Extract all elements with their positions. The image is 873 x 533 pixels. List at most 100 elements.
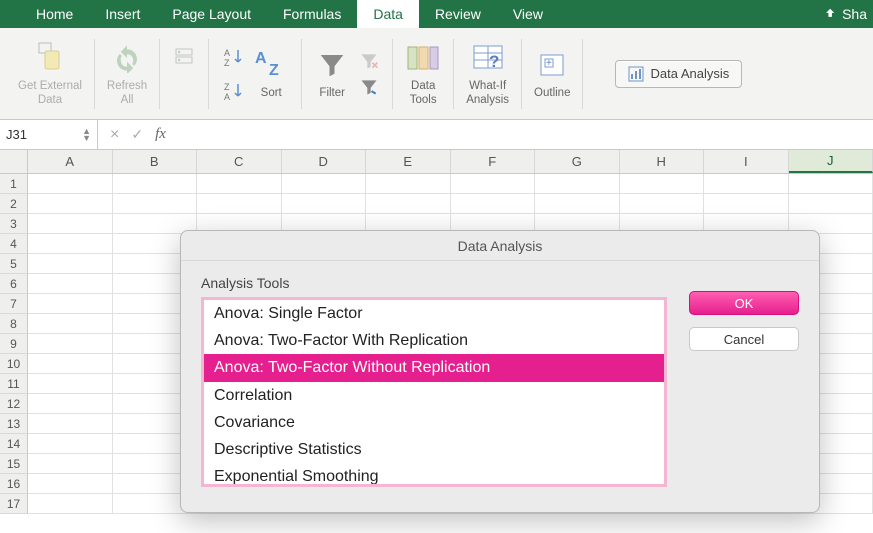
- share-button[interactable]: Sha: [822, 0, 867, 28]
- cell[interactable]: [789, 194, 873, 214]
- cell[interactable]: [28, 234, 113, 254]
- column-header-F[interactable]: F: [451, 150, 536, 173]
- cell[interactable]: [282, 174, 367, 194]
- analysis-tool-item[interactable]: Anova: Single Factor: [204, 300, 664, 327]
- cell[interactable]: [28, 294, 113, 314]
- column-header-H[interactable]: H: [620, 150, 705, 173]
- cell[interactable]: [28, 354, 113, 374]
- row-header-15[interactable]: 15: [0, 454, 28, 474]
- cell[interactable]: [28, 314, 113, 334]
- column-header-G[interactable]: G: [535, 150, 620, 173]
- analysis-tool-item[interactable]: Anova: Two-Factor With Replication: [204, 327, 664, 354]
- row-header-17[interactable]: 17: [0, 494, 28, 514]
- cell[interactable]: [28, 474, 113, 494]
- column-header-D[interactable]: D: [282, 150, 367, 173]
- analysis-tool-item[interactable]: Exponential Smoothing: [204, 463, 664, 487]
- row-header-16[interactable]: 16: [0, 474, 28, 494]
- sort-desc-button[interactable]: ZA: [221, 76, 247, 106]
- cell[interactable]: [28, 414, 113, 434]
- outline-button[interactable]: + Outline: [524, 32, 580, 116]
- cancel-formula-icon[interactable]: ×: [110, 126, 119, 144]
- analysis-tools-listbox[interactable]: Anova: Single FactorAnova: Two-Factor Wi…: [201, 297, 667, 487]
- analysis-tool-item[interactable]: Covariance: [204, 409, 664, 436]
- cell[interactable]: [451, 174, 536, 194]
- row-header-4[interactable]: 4: [0, 234, 28, 254]
- name-box[interactable]: J31 ▲▼: [0, 120, 98, 149]
- cell[interactable]: [28, 254, 113, 274]
- cell[interactable]: [28, 194, 113, 214]
- row-header-10[interactable]: 10: [0, 354, 28, 374]
- row-header-1[interactable]: 1: [0, 174, 28, 194]
- cell[interactable]: [28, 394, 113, 414]
- cell[interactable]: [113, 194, 198, 214]
- row-header-11[interactable]: 11: [0, 374, 28, 394]
- row-header-9[interactable]: 9: [0, 334, 28, 354]
- column-header-E[interactable]: E: [366, 150, 451, 173]
- cell[interactable]: [28, 374, 113, 394]
- analysis-tool-item[interactable]: Descriptive Statistics: [204, 436, 664, 463]
- column-header-C[interactable]: C: [197, 150, 282, 173]
- row-header-13[interactable]: 13: [0, 414, 28, 434]
- column-header-A[interactable]: A: [28, 150, 113, 173]
- cell[interactable]: [704, 194, 789, 214]
- refresh-all-button[interactable]: Refresh All: [97, 32, 157, 116]
- cell[interactable]: [28, 214, 113, 234]
- cell[interactable]: [197, 174, 282, 194]
- cell[interactable]: [535, 174, 620, 194]
- cancel-button[interactable]: Cancel: [689, 327, 799, 351]
- separator: [582, 39, 583, 109]
- analysis-tool-item[interactable]: Correlation: [204, 382, 664, 409]
- cell[interactable]: [366, 194, 451, 214]
- cell[interactable]: [535, 194, 620, 214]
- cell[interactable]: [282, 194, 367, 214]
- cell[interactable]: [620, 194, 705, 214]
- row-header-5[interactable]: 5: [0, 254, 28, 274]
- select-all-corner[interactable]: [0, 150, 28, 173]
- cell[interactable]: [620, 174, 705, 194]
- what-if-button[interactable]: ? What-If Analysis: [456, 32, 519, 116]
- row-header-14[interactable]: 14: [0, 434, 28, 454]
- filter-button[interactable]: Filter: [314, 32, 350, 116]
- data-analysis-button[interactable]: Data Analysis: [615, 60, 742, 88]
- tab-insert[interactable]: Insert: [89, 0, 156, 28]
- row-header-2[interactable]: 2: [0, 194, 28, 214]
- get-external-data-button[interactable]: Get External Data: [8, 32, 92, 116]
- tab-view[interactable]: View: [497, 0, 559, 28]
- cell[interactable]: [704, 174, 789, 194]
- cell[interactable]: [113, 174, 198, 194]
- tab-home[interactable]: Home: [20, 0, 89, 28]
- column-header-I[interactable]: I: [704, 150, 789, 173]
- column-header-J[interactable]: J: [789, 150, 873, 173]
- cell[interactable]: [28, 434, 113, 454]
- sort-button[interactable]: AZ Sort: [253, 32, 289, 116]
- fx-label[interactable]: fx: [155, 126, 166, 143]
- cell[interactable]: [789, 174, 873, 194]
- cell[interactable]: [197, 194, 282, 214]
- data-tools-button[interactable]: Data Tools: [395, 32, 451, 116]
- cell[interactable]: [451, 194, 536, 214]
- row-header-6[interactable]: 6: [0, 274, 28, 294]
- sort-asc-button[interactable]: AZ: [221, 42, 247, 72]
- row-header-7[interactable]: 7: [0, 294, 28, 314]
- clear-filter-icon[interactable]: [358, 51, 380, 71]
- column-header-B[interactable]: B: [113, 150, 198, 173]
- cell[interactable]: [28, 274, 113, 294]
- ok-button[interactable]: OK: [689, 291, 799, 315]
- cell[interactable]: [28, 454, 113, 474]
- cell[interactable]: [28, 334, 113, 354]
- row-header-12[interactable]: 12: [0, 394, 28, 414]
- formula-input[interactable]: [178, 120, 873, 149]
- row-header-3[interactable]: 3: [0, 214, 28, 234]
- accept-formula-icon[interactable]: ✓: [131, 126, 143, 143]
- tab-formulas[interactable]: Formulas: [267, 0, 357, 28]
- cell[interactable]: [366, 174, 451, 194]
- tab-page-layout[interactable]: Page Layout: [156, 0, 267, 28]
- tab-data[interactable]: Data: [357, 0, 419, 28]
- tab-review[interactable]: Review: [419, 0, 497, 28]
- cell[interactable]: [28, 174, 113, 194]
- row-header-8[interactable]: 8: [0, 314, 28, 334]
- name-box-spinner[interactable]: ▲▼: [82, 128, 91, 142]
- advanced-filter-icon[interactable]: [358, 77, 380, 97]
- cell[interactable]: [28, 494, 113, 514]
- analysis-tool-item[interactable]: Anova: Two-Factor Without Replication: [204, 354, 664, 381]
